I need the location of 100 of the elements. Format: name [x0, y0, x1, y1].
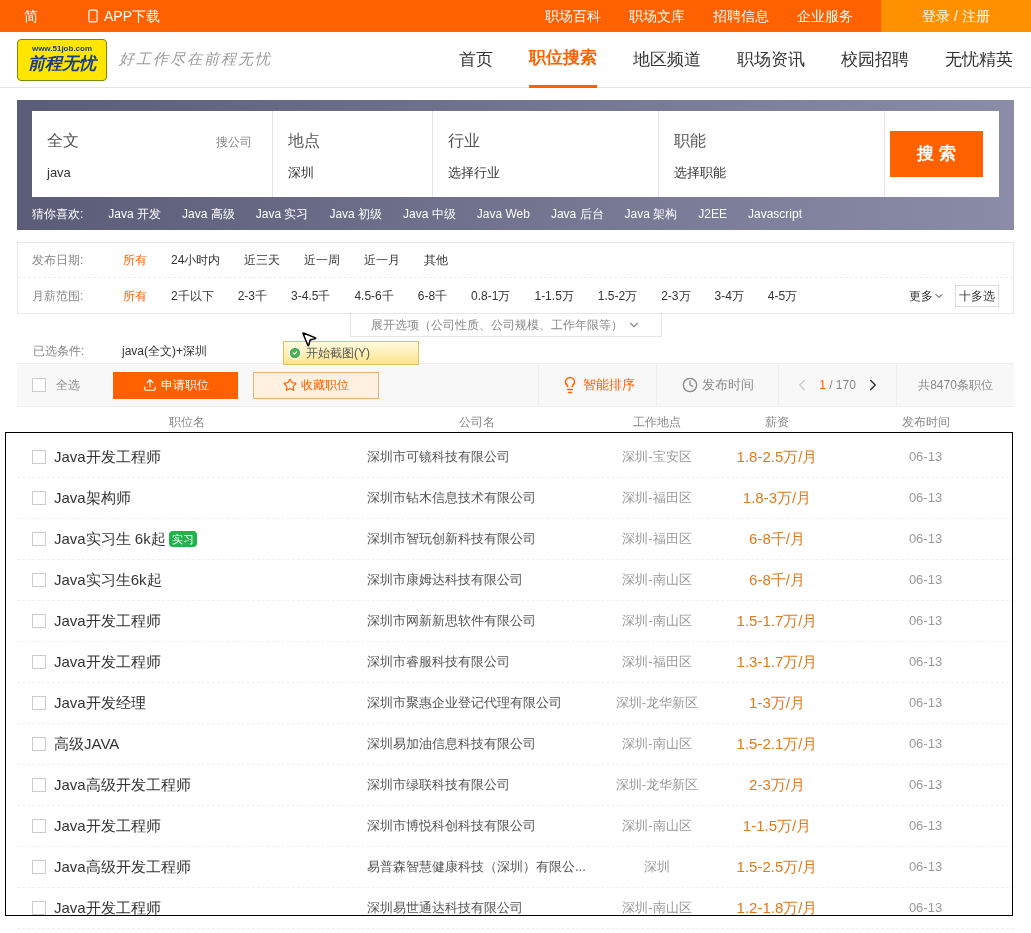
row-checkbox[interactable]	[32, 655, 46, 669]
date-cell-text: 06-13	[907, 653, 944, 672]
nav-tab[interactable]: 校园招聘	[841, 31, 909, 88]
nav-tab[interactable]: 职场资讯	[737, 31, 805, 88]
filter-option[interactable]: 4-5万	[767, 286, 798, 305]
keyword-link[interactable]: Java 后台	[550, 204, 604, 223]
filter-option[interactable]: 近三天	[244, 251, 281, 269]
filter-option[interactable]: 2千以下	[171, 286, 214, 305]
location-cell-text: 深圳-龙华新区	[614, 694, 700, 713]
filter-option[interactable]: 1.5-2万	[597, 286, 638, 305]
job-title-link[interactable]: Java开发经理	[54, 691, 146, 715]
job-title-link[interactable]: Java实习生6k起	[54, 568, 162, 592]
column-header: 工作地点	[632, 414, 682, 431]
job-title-link[interactable]: Java开发工程师	[54, 896, 161, 920]
row-checkbox[interactable]	[32, 901, 46, 915]
row-checkbox[interactable]	[32, 450, 46, 464]
company-link[interactable]: 深圳易世通达科技有限公司	[367, 898, 597, 918]
keyword-link[interactable]: Java 初级	[329, 204, 383, 223]
row-checkbox[interactable]	[32, 491, 46, 505]
filter-label: 发布日期:	[32, 252, 85, 269]
keyword-link[interactable]: Java 中级	[403, 204, 456, 223]
job-title-link[interactable]: Java开发工程师	[54, 445, 161, 469]
keyword-link[interactable]: Java 高级	[182, 204, 235, 223]
select-all-label[interactable]: 全选	[56, 376, 80, 394]
filter-option[interactable]: 近一月	[364, 251, 401, 269]
company-link[interactable]: 深圳市绿联科技有限公司	[367, 775, 597, 795]
salary-cell-text: 6-8千/月	[748, 569, 806, 590]
nav-tab[interactable]: 无忧精英	[945, 31, 1013, 88]
filter-option[interactable]: 0.8-1万	[471, 286, 511, 305]
keyword-link[interactable]: J2EE	[698, 204, 727, 223]
company-link[interactable]: 深圳市睿服科技有限公司	[367, 652, 597, 672]
job-title-link[interactable]: Java实习生 6k起	[54, 527, 166, 551]
date-cell-text: 06-13	[907, 571, 944, 590]
expand-options-button[interactable]: 展开选项（公司性质、公司规模、工作年限等）	[349, 314, 662, 337]
company-link[interactable]: 深圳市网新新思软件有限公司	[367, 611, 597, 631]
row-checkbox[interactable]	[32, 860, 46, 874]
nav-tab[interactable]: 地区频道	[633, 31, 701, 88]
keyword-link[interactable]: Java Web	[476, 204, 530, 223]
company-link[interactable]: 深圳市康姆达科技有限公司	[367, 570, 597, 590]
row-checkbox[interactable]	[32, 737, 46, 751]
row-checkbox[interactable]	[32, 696, 46, 710]
job-title-link[interactable]: Java开发工程师	[54, 650, 161, 674]
job-title-link[interactable]: Java架构师	[54, 486, 131, 510]
location-cell-text: 深圳-南山区	[621, 571, 693, 590]
job-title-link[interactable]: Java高级开发工程师	[54, 773, 191, 797]
filter-option[interactable]: 近一周	[304, 251, 341, 269]
filter-option[interactable]: 1-1.5万	[534, 286, 574, 305]
search-company-link[interactable]: 搜公司	[216, 133, 252, 151]
location-cell-text: 深圳-福田区	[621, 489, 693, 508]
company-link[interactable]: 深圳市智玩创新科技有限公司	[367, 529, 597, 549]
keyword-link[interactable]: Java 实习	[255, 204, 309, 223]
row-checkbox[interactable]	[32, 778, 46, 792]
job-title-link[interactable]: 高级JAVA	[54, 732, 120, 756]
search-field[interactable]: 全文 java 搜公司	[32, 111, 273, 197]
company-link[interactable]: 易普森智慧健康科技（深圳）有限公...	[367, 857, 597, 877]
search-field[interactable]: 行业 选择行业	[433, 111, 659, 197]
multi-select-button[interactable]: 十多选	[955, 284, 999, 307]
company-link[interactable]: 深圳易加油信息科技有限公司	[367, 734, 597, 754]
nav-tab[interactable]: 首页	[459, 31, 493, 88]
filter-option[interactable]: 4.5-6千	[354, 286, 394, 305]
row-checkbox[interactable]	[32, 819, 46, 833]
keyword-link[interactable]: Javascript	[748, 204, 802, 223]
conditions-value: java(全文)+深圳	[122, 342, 207, 360]
logo[interactable]: www.51job.com 前程无忧	[17, 38, 107, 81]
time-sort-button[interactable]: 发布时间	[656, 364, 778, 406]
row-checkbox[interactable]	[32, 532, 46, 546]
filter-option[interactable]: 3-4万	[714, 286, 744, 305]
location-cell-text: 深圳-南山区	[621, 612, 693, 631]
filter-option[interactable]: 6-8千	[417, 286, 448, 305]
screenshot-tooltip[interactable]: 开始截图(Y)	[283, 341, 419, 365]
company-link[interactable]: 深圳市博悦科创科技有限公司	[367, 816, 597, 836]
keyword-link[interactable]: Java 开发	[108, 204, 162, 223]
more-dropdown[interactable]: 更多	[909, 286, 945, 305]
search-field[interactable]: 职能 选择职能	[659, 111, 885, 197]
row-checkbox[interactable]	[32, 614, 46, 628]
row-checkbox[interactable]	[32, 573, 46, 587]
star-icon	[283, 378, 297, 392]
filter-option[interactable]: 3-4.5千	[291, 286, 331, 305]
filter-option[interactable]: 2-3万	[661, 286, 691, 305]
job-title-link[interactable]: Java高级开发工程师	[54, 855, 191, 879]
company-link[interactable]: 深圳市聚惠企业登记代理有限公司	[367, 693, 597, 713]
job-title-link[interactable]: Java开发工程师	[54, 609, 161, 633]
salary-cell-text: 2-3万/月	[748, 774, 806, 795]
column-header: 薪资	[764, 414, 790, 431]
intern-tag: 实习	[168, 530, 197, 548]
mouse-cursor-icon	[300, 330, 318, 348]
search-field[interactable]: 地点 深圳	[273, 111, 433, 197]
job-title-link[interactable]: Java开发工程师	[54, 814, 161, 838]
upload-icon	[142, 378, 157, 392]
salary-cell-text: 1.5-2.1万/月	[735, 733, 819, 754]
filter-option[interactable]: 24小时内	[171, 251, 221, 269]
location-cell-text: 深圳-宝安区	[621, 448, 693, 467]
select-all-checkbox[interactable]	[32, 378, 46, 392]
company-link[interactable]: 深圳市钻木信息技术有限公司	[367, 488, 597, 508]
keyword-link[interactable]: Java 架构	[624, 204, 678, 223]
filter-option[interactable]: 其他	[424, 251, 449, 269]
location-cell-text: 深圳-龙华新区	[614, 776, 700, 795]
filter-option[interactable]: 2-3千	[237, 286, 268, 305]
date-cell-text: 06-13	[907, 694, 944, 713]
company-link[interactable]: 深圳市可镜科技有限公司	[367, 447, 597, 467]
